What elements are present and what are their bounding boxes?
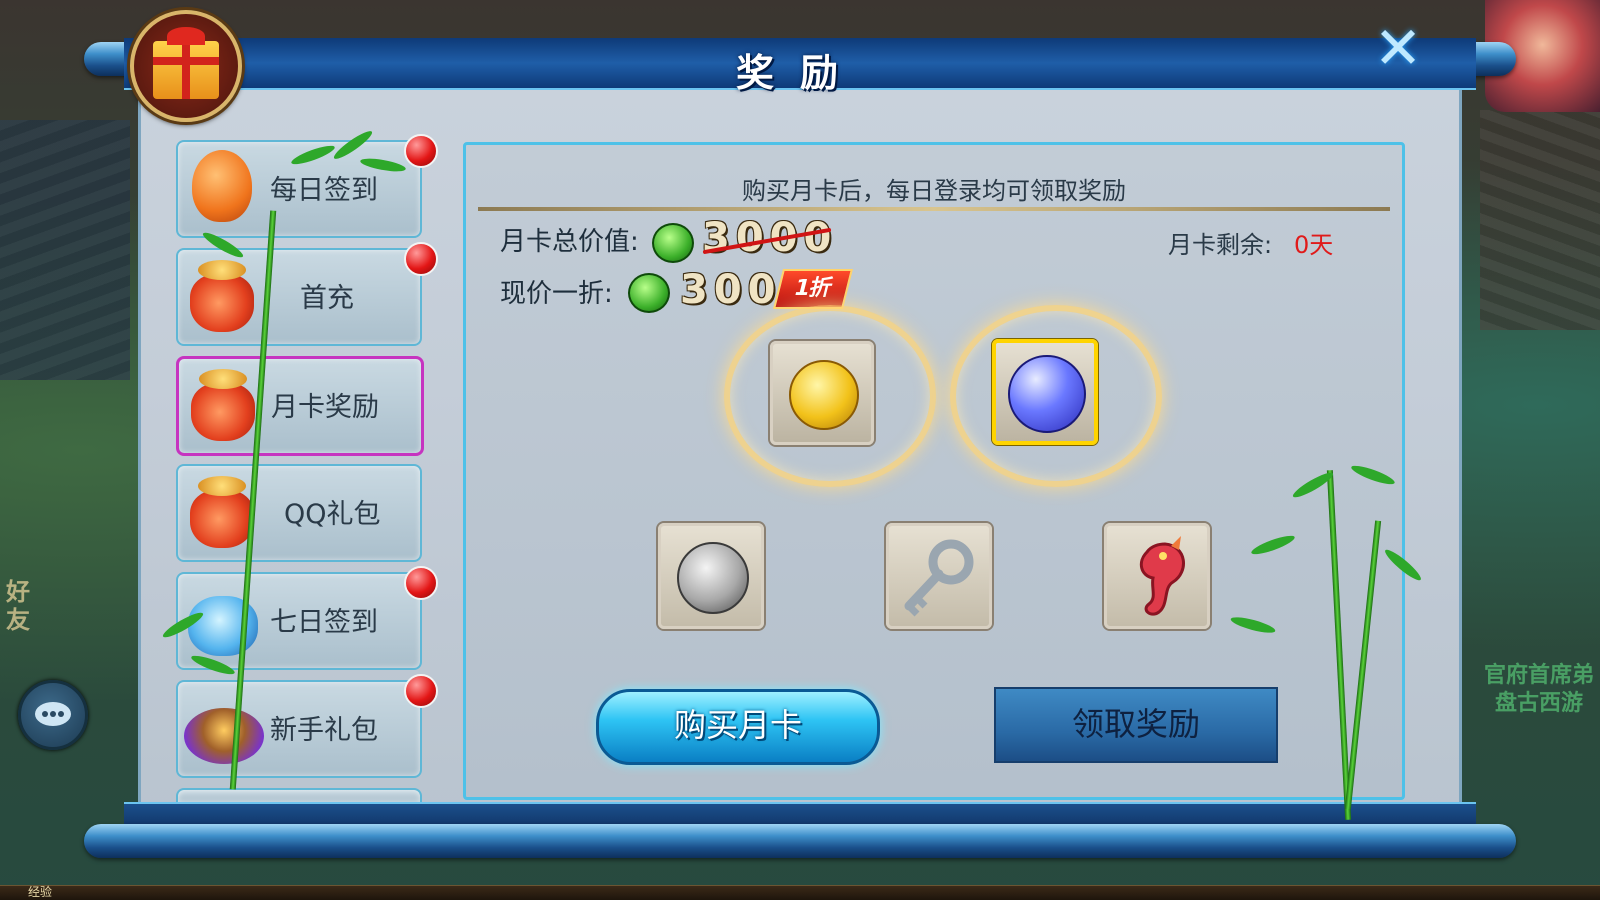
friend-label[interactable]: 好友: [6, 578, 36, 634]
scroll-roller-bottom: [84, 824, 1516, 858]
npc-caption: 官府首席弟 盘古西游: [1478, 662, 1600, 718]
roof-decoration-right: [1480, 110, 1600, 330]
sidebar-item-label: 首充: [300, 283, 354, 314]
sidebar-item-label: QQ礼包: [284, 499, 381, 530]
gift-badge: [130, 10, 242, 122]
sidebar-item-label: 月卡奖励: [271, 392, 379, 423]
reward-slot[interactable]: [886, 523, 992, 629]
buy-monthly-card-button[interactable]: 购买月卡: [596, 689, 880, 765]
sidebar-item-label: 每日签到: [270, 175, 378, 206]
monthly-card-panel: 购买月卡后，每日登录均可领取奖励 月卡总价值: 3000 现价一折: 300 1…: [463, 142, 1405, 800]
jade-currency-icon: [652, 223, 694, 263]
purple-flame-gift-icon: [184, 688, 264, 768]
sidebar-item-partial[interactable]: [176, 788, 422, 802]
npc-caption-line2: 盘古西游: [1494, 691, 1583, 716]
npc-caption-line1: 官府首席弟: [1483, 663, 1594, 688]
claim-reward-button[interactable]: 领取奖励: [994, 687, 1278, 763]
dialog-title: 奖励: [735, 51, 864, 95]
title-bar: 奖励: [124, 38, 1476, 95]
red-lucky-bag-icon: [184, 256, 262, 336]
jade-currency-icon: [628, 273, 670, 313]
chat-button[interactable]: [18, 680, 88, 750]
sidebar-item-newbie-gift[interactable]: 新手礼包: [176, 674, 438, 778]
blue-pearl-orb-icon: [1008, 355, 1086, 433]
sidebar-item-first-recharge[interactable]: 首充: [176, 242, 438, 346]
gift-box-icon: [153, 27, 219, 99]
notification-badge: [404, 566, 438, 600]
sidebar-item-qq-gift[interactable]: QQ礼包: [176, 464, 422, 562]
notification-badge: [404, 242, 438, 276]
current-price: 300: [680, 267, 782, 313]
chat-bubble-icon: [35, 702, 71, 726]
total-value-label: 月卡总价值:: [500, 227, 639, 257]
featured-reward-slot[interactable]: [770, 341, 874, 445]
sidebar-item-label: 新手礼包: [270, 715, 378, 746]
red-seahorse-icon: [1139, 536, 1185, 616]
sidebar-item-monthly-card[interactable]: 月卡奖励: [176, 356, 424, 456]
reward-slot[interactable]: [658, 523, 764, 629]
gold-dream-coin-icon: [789, 360, 859, 430]
divider: [478, 207, 1390, 211]
discount-tag: 1折: [773, 269, 853, 309]
sidebar-item-label: 七日签到: [270, 607, 378, 638]
exp-label: 经验: [28, 885, 53, 899]
roof-decoration-left: [0, 120, 130, 380]
remaining-label: 月卡剩余:: [1168, 231, 1273, 259]
remaining-days: 0天: [1294, 231, 1334, 259]
sidebar-item-seven-day-signin[interactable]: 七日签到: [176, 566, 438, 670]
exp-bar: 经验: [0, 885, 1600, 900]
silver-coin-icon: [677, 542, 749, 614]
close-button[interactable]: ✕: [1370, 19, 1426, 77]
notification-badge: [404, 134, 438, 168]
monthly-card-description: 购买月卡后，每日登录均可领取奖励: [742, 177, 1126, 205]
current-price-label: 现价一折:: [500, 279, 613, 309]
notification-badge: [404, 674, 438, 708]
orange-pouch-icon: [184, 148, 262, 228]
silver-key-icon: [904, 539, 974, 617]
reward-slot[interactable]: [1104, 523, 1210, 629]
red-lucky-bag-icon: [185, 365, 263, 445]
featured-reward-slot-selected[interactable]: [992, 339, 1098, 445]
